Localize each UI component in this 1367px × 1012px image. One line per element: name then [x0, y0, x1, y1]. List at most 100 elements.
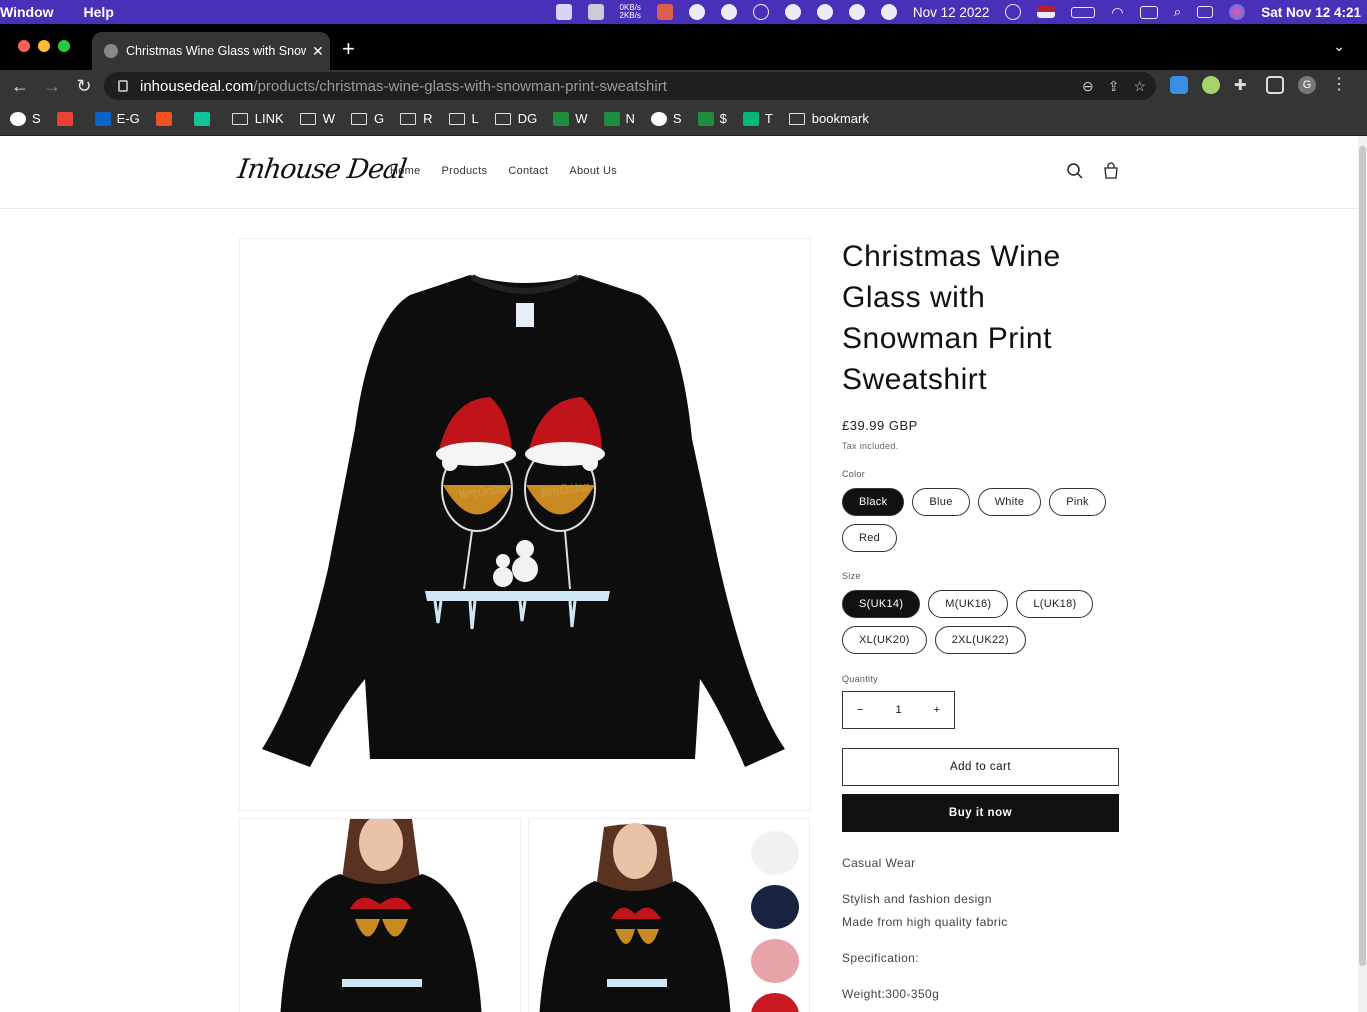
add-to-cart-button[interactable]: Add to cart [842, 748, 1119, 786]
page-scrollbar[interactable] [1358, 136, 1367, 1012]
bookmark-item[interactable]: N [603, 111, 635, 126]
app-orange-icon[interactable] [656, 4, 673, 20]
bookmark-item[interactable]: DG [494, 111, 537, 126]
qq-icon[interactable] [688, 4, 705, 20]
nav-about-us[interactable]: About Us [569, 165, 617, 177]
forward-button[interactable]: → [36, 76, 68, 97]
maximize-window-button[interactable] [58, 40, 70, 52]
cat-icon[interactable] [587, 4, 604, 20]
color-option-blue[interactable]: Blue [912, 488, 970, 516]
product-thumbnail-1[interactable] [239, 818, 521, 1012]
us-flag-icon[interactable] [1037, 6, 1056, 18]
share-icon[interactable]: ⇪ [1108, 78, 1120, 95]
model-photo-with-variants [539, 823, 799, 1012]
menu-window[interactable]: Window [0, 4, 64, 20]
cart-icon[interactable] [1102, 162, 1120, 180]
scrollbar-thumb[interactable] [1359, 146, 1366, 966]
active-tab[interactable]: Christmas Wine Glass with Snowman Print … [92, 32, 330, 70]
bookmark-star-icon[interactable]: ☆ [1133, 78, 1146, 95]
reload-button[interactable]: ↻ [68, 76, 100, 97]
bookmark-item[interactable]: E-G [94, 111, 140, 126]
size-option-m[interactable]: M(UK16) [928, 590, 1009, 618]
cow-icon[interactable] [816, 4, 833, 20]
color-option-black[interactable]: Black [842, 488, 905, 516]
bookmark-item[interactable]: T [742, 111, 773, 126]
tab-search-chevron-icon[interactable]: ⌄ [1333, 38, 1345, 55]
size-option-l[interactable]: L(UK18) [1016, 590, 1094, 618]
grammarly-icon [193, 111, 210, 126]
minimize-window-button[interactable] [38, 40, 50, 52]
nav-products[interactable]: Products [442, 165, 488, 177]
site-logo[interactable]: Inhouse Deal [236, 154, 408, 185]
color-label: Color [842, 469, 866, 479]
bookmark-item[interactable]: S [650, 111, 682, 126]
bookmark-item[interactable]: G [350, 111, 384, 126]
wechat-icon[interactable] [720, 4, 737, 20]
quantity-input[interactable]: 1 [895, 704, 901, 716]
wps-icon[interactable] [555, 4, 572, 20]
main-product-image[interactable]: Merry Christmas Merry Christmas [239, 238, 811, 811]
bookmark-item[interactable]: W [299, 111, 335, 126]
color-option-pink[interactable]: Pink [1049, 488, 1106, 516]
color-options: Black Blue White Pink Red [842, 488, 1120, 552]
battery-icon[interactable] [1071, 6, 1096, 18]
siri-icon[interactable] [1229, 4, 1246, 20]
bookmark-item[interactable]: L [448, 111, 479, 126]
bookmark-item[interactable]: W [553, 111, 588, 126]
bookmark-item[interactable] [56, 111, 79, 126]
check-icon[interactable] [848, 4, 865, 20]
bookmark-label: N [625, 111, 635, 126]
lock-icon[interactable] [118, 80, 128, 92]
size-option-s[interactable]: S(UK14) [842, 590, 921, 618]
new-tab-button[interactable]: + [342, 36, 355, 62]
bookmark-item[interactable] [193, 111, 216, 126]
color-option-white[interactable]: White [977, 488, 1042, 516]
close-window-button[interactable] [18, 40, 30, 52]
size-options: S(UK14) M(UK16) L(UK18) XL(UK20) 2XL(UK2… [842, 590, 1120, 654]
feather-icon[interactable] [752, 4, 769, 20]
keyboard-icon[interactable] [1139, 5, 1158, 19]
bookmark-item[interactable]: R [400, 111, 433, 126]
bookmark-item[interactable] [155, 111, 178, 126]
size-option-xl[interactable]: XL(UK20) [842, 626, 927, 654]
side-panel-icon[interactable] [1266, 76, 1284, 94]
search-icon[interactable] [1066, 162, 1084, 180]
decrease-quantity-button[interactable]: − [857, 704, 863, 716]
arrow-circle-icon[interactable] [880, 4, 897, 20]
teamviewer-icon[interactable] [784, 4, 801, 20]
control-center-icon[interactable] [1197, 6, 1214, 18]
nav-home[interactable]: Home [390, 165, 421, 177]
nav-contact[interactable]: Contact [508, 165, 548, 177]
zoom-icon[interactable]: ⊖ [1082, 78, 1094, 95]
clock-history-icon[interactable] [1005, 4, 1022, 20]
address-bar[interactable]: inhousedeal.com/products/christmas-wine-… [104, 72, 1156, 100]
star-icon [742, 111, 759, 126]
menu-help[interactable]: Help [84, 4, 124, 20]
product-thumbnail-2[interactable] [528, 818, 810, 1012]
increase-quantity-button[interactable]: + [934, 704, 940, 716]
more-menu-icon[interactable]: ⋮ [1330, 76, 1348, 94]
bookmark-item[interactable]: $ [697, 111, 727, 126]
outlook-icon [94, 111, 111, 126]
extensions-puzzle-icon[interactable]: ✚ [1234, 76, 1252, 94]
bookmark-item[interactable]: S [10, 111, 41, 126]
desc-line: Casual Wear [842, 856, 916, 870]
profile-avatar[interactable]: G [1298, 76, 1316, 94]
menubar-clock: Sat Nov 12 4:21 [1261, 4, 1361, 20]
extension-circle-icon[interactable] [1202, 76, 1220, 94]
desc-line: Stylish and fashion design [842, 892, 992, 906]
window-controls [18, 40, 70, 52]
back-button[interactable]: ← [4, 76, 36, 97]
wifi-icon[interactable]: ◠ [1111, 4, 1123, 21]
download-icon[interactable] [1170, 76, 1188, 94]
bookmark-item[interactable]: bookmark [788, 111, 869, 126]
size-option-2xl[interactable]: 2XL(UK22) [934, 626, 1026, 654]
buy-it-now-button[interactable]: Buy it now [842, 794, 1119, 832]
tax-note: Tax included. [842, 441, 899, 451]
bookmark-label: W [322, 111, 335, 126]
bookmark-item[interactable]: LINK [231, 111, 284, 126]
gmail-icon [56, 111, 73, 126]
color-option-red[interactable]: Red [842, 524, 898, 552]
close-tab-button[interactable]: ✕ [312, 43, 324, 60]
spotlight-search-icon[interactable]: ⌕ [1174, 4, 1182, 20]
